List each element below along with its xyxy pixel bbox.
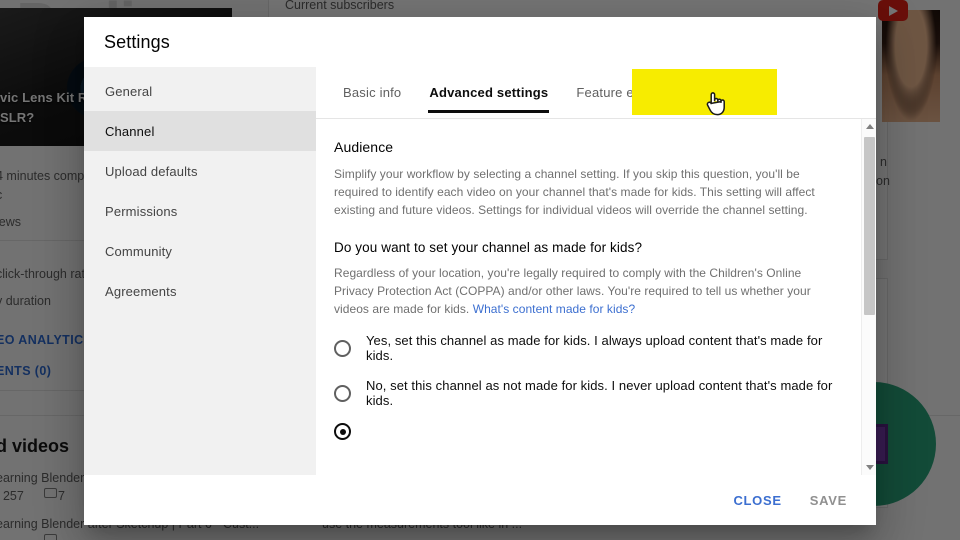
tab-basic-info[interactable]: Basic info [329, 67, 415, 119]
sidebar-item-label: Community [105, 243, 173, 259]
save-button[interactable]: SAVE [799, 485, 858, 516]
sidebar-item-general[interactable]: General [84, 71, 316, 111]
radio-option-3[interactable] [334, 423, 840, 441]
scroll-down-arrow-icon[interactable] [862, 460, 876, 475]
settings-scroll-area: Audience Simplify your workflow by selec… [316, 119, 876, 475]
coppa-notice: Regardless of your location, you're lega… [334, 264, 839, 319]
tab-feature-eligibility[interactable]: Feature eligibility [562, 67, 691, 119]
sidebar-item-channel[interactable]: Channel [84, 111, 316, 151]
tab-bar: Basic info Advanced settings Feature eli… [316, 67, 876, 119]
sidebar-item-agreements[interactable]: Agreements [84, 271, 316, 311]
close-button[interactable]: CLOSE [722, 485, 792, 516]
tab-active-underline [428, 110, 550, 113]
settings-sidebar: General Channel Upload defaults Permissions… [84, 67, 316, 475]
radio-option-label: No, set this channel as not made for kid… [366, 378, 833, 409]
coppa-learn-more-link[interactable]: What's content made for kids? [473, 302, 635, 316]
tab-advanced-settings-label: Advanced settings [429, 85, 549, 100]
sidebar-item-label: Permissions [105, 203, 178, 219]
dialog-footer: CLOSE SAVE [84, 475, 876, 525]
radio-button-icon[interactable] [334, 423, 351, 441]
scroll-up-arrow-icon[interactable] [862, 119, 876, 134]
sidebar-item-permissions[interactable]: Permissions [84, 191, 316, 231]
dialog-body: General Channel Upload defaults Permissions… [84, 67, 876, 475]
sidebar-item-community[interactable]: Community [84, 231, 316, 271]
page-title: Settings [104, 31, 170, 52]
sidebar-item-upload-defaults[interactable]: Upload defaults [84, 151, 316, 191]
settings-dialog: Settings General Channel Upload defaults Pe… [84, 17, 876, 525]
audience-section-title: Audience [334, 139, 394, 155]
pointing-hand-cursor-icon [706, 92, 725, 116]
audience-description: Simplify your workflow by selecting a ch… [334, 167, 815, 218]
sidebar-item-label: General [105, 83, 153, 99]
tab-advanced-settings[interactable]: Advanced settings [415, 67, 562, 119]
scrollbar-thumb[interactable] [864, 137, 875, 315]
content-scrollbar[interactable] [861, 119, 876, 475]
sidebar-item-label: Channel [105, 123, 155, 139]
made-for-kids-radio-group: Yes, set this channel as made for kids. … [334, 333, 840, 441]
sidebar-item-label: Upload defaults [105, 163, 198, 179]
radio-button-icon[interactable] [334, 339, 351, 357]
radio-option-label: Yes, set this channel as made for kids. … [366, 333, 823, 364]
dialog-title-bar: Settings [84, 17, 876, 67]
radio-option-1[interactable]: Yes, set this channel as made for kids. … [334, 333, 840, 363]
radio-button-icon[interactable] [334, 384, 351, 402]
google-ads-section: Google Ads account linking Link your You… [334, 474, 840, 475]
audience-question: Do you want to set your channel as made … [334, 239, 643, 255]
settings-content: Basic info Advanced settings Feature eli… [316, 67, 876, 475]
radio-option-2[interactable]: No, set this channel as not made for kid… [334, 378, 840, 408]
sidebar-item-label: Agreements [105, 283, 177, 299]
